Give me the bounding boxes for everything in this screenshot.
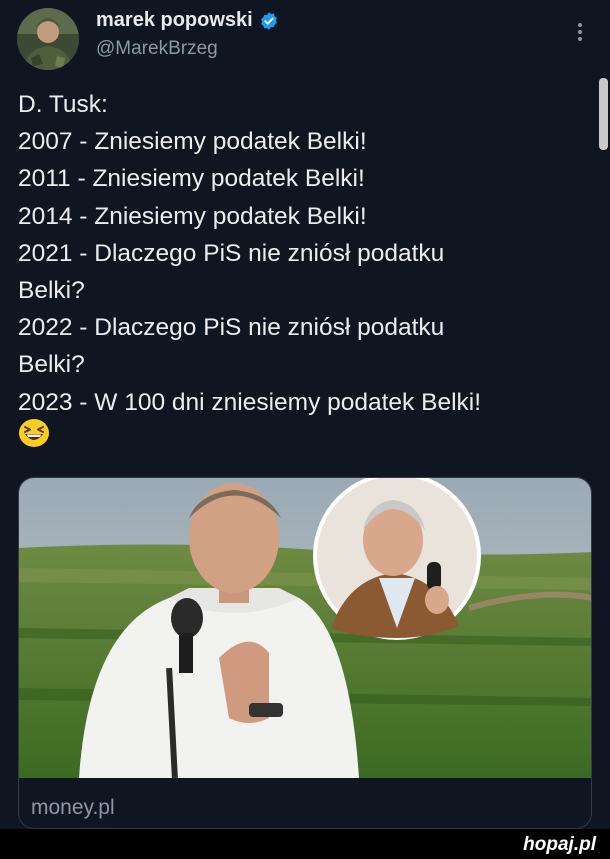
link-preview-image[interactable] xyxy=(19,478,591,779)
tweet-line: 2023 - W 100 dni zniesiemy podatek Belki… xyxy=(18,388,482,416)
avatar[interactable] xyxy=(17,8,79,70)
tweet-line: Belki? xyxy=(18,277,85,305)
watermark-brand: hopaj.pl xyxy=(523,834,596,855)
grinning-squinting-face-emoji-icon xyxy=(18,418,50,448)
tweet-line: 2021 - Dlaczego PiS nie zniósł podatku xyxy=(18,239,445,267)
name-row: marek popowski xyxy=(96,9,279,32)
tweet-line: 2022 - Dlaczego PiS nie zniósł podatku xyxy=(18,314,445,342)
display-name[interactable]: marek popowski xyxy=(96,9,253,32)
tweet-line: 2014 - Zniesiemy podatek Belki! xyxy=(18,202,367,230)
tweet-text: D. Tusk: 2007 - Zniesiemy podatek Belki!… xyxy=(18,86,593,421)
tweet-line: Belki? xyxy=(18,351,85,379)
tweet-line: 2007 - Zniesiemy podatek Belki! xyxy=(18,128,367,156)
user-handle[interactable]: @MarekBrzeg xyxy=(96,38,218,60)
tweet-line: 2011 - Zniesiemy podatek Belki! xyxy=(18,165,365,193)
link-preview-card[interactable]: money.pl xyxy=(18,477,592,829)
tweet-line: D. Tusk: xyxy=(18,91,108,118)
scrollbar[interactable] xyxy=(599,78,608,150)
more-options-icon[interactable] xyxy=(570,20,590,44)
verified-badge-icon xyxy=(259,11,279,31)
link-domain[interactable]: money.pl xyxy=(31,796,115,820)
watermark-bar xyxy=(0,829,610,859)
tweet-header: marek popowski @MarekBrzeg xyxy=(0,0,610,78)
